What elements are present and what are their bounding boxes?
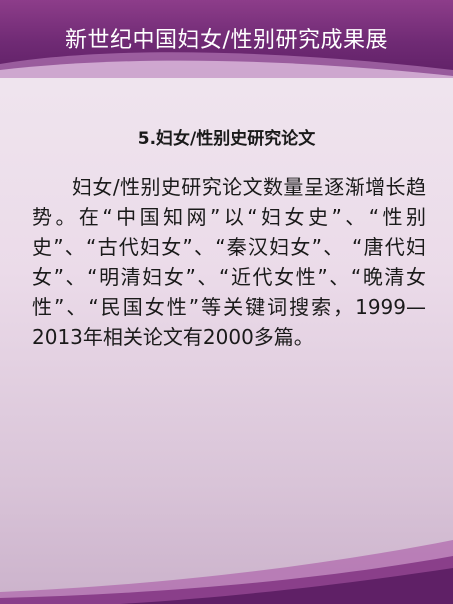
slide-header: 新世纪中国妇女/性别研究成果展 bbox=[0, 0, 453, 78]
header-swoosh-decoration bbox=[0, 52, 453, 78]
body-paragraph: 妇女/性别史研究论文数量呈逐渐增长趋势。在“中国知网”以“妇女史”、“性别史”、… bbox=[32, 175, 426, 349]
footer-swoosh-decoration bbox=[0, 540, 453, 604]
section-heading: 5.妇女/性别史研究论文 bbox=[137, 129, 316, 149]
